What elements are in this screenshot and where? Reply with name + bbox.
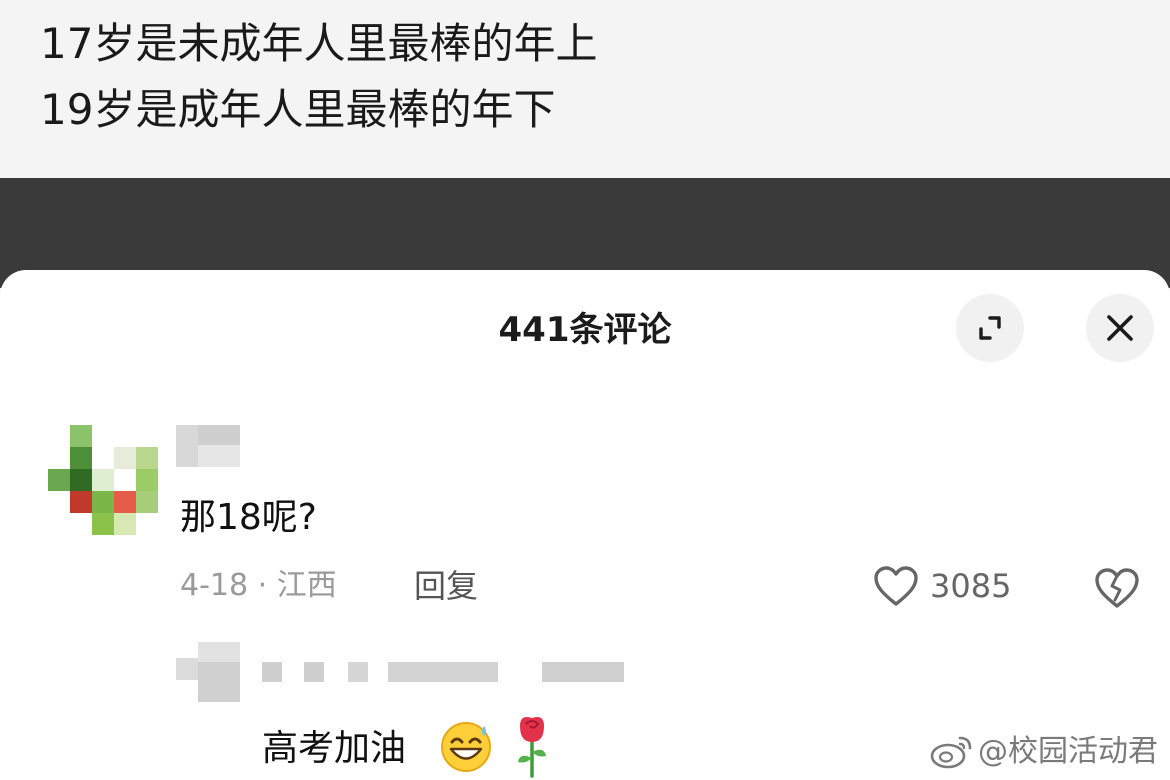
reply-header-blurred [176,642,636,702]
broken-heart-icon[interactable] [1092,566,1142,610]
comment-meta: 4-18 · 江西 [180,568,337,603]
watermark-text: @校园活动君 [978,734,1158,769]
heart-outline-icon [874,566,918,606]
close-button[interactable] [1086,294,1154,362]
like-button[interactable]: 3085 [872,564,1011,608]
avatar[interactable] [48,425,158,535]
watermark: @校园活动君 [930,732,1158,772]
caption-line-1: 17岁是未成年人里最棒的年上 [40,19,598,68]
rose-emoji [518,717,546,778]
caption-line-2: 19岁是成年人里最棒的年下 [40,85,556,134]
reply-text: 高考加油 [262,728,407,769]
reply-button[interactable]: 回复 [414,566,478,606]
expand-icon [979,316,1001,340]
video-caption: 17岁是未成年人里最棒的年上 19岁是成年人里最棒的年下 [0,0,1170,178]
expand-button[interactable] [956,294,1024,362]
grinning-sweat-emoji [441,722,491,772]
comment-text: 那18呢? [180,497,317,538]
close-icon [1107,315,1133,341]
weibo-logo-icon [930,736,972,769]
username-blurred[interactable] [176,425,240,467]
comments-sheet: 441条评论 那18呢? 4-18 · 江西 回复 3085 高考加油 [0,270,1170,780]
like-count: 3085 [930,567,1012,605]
